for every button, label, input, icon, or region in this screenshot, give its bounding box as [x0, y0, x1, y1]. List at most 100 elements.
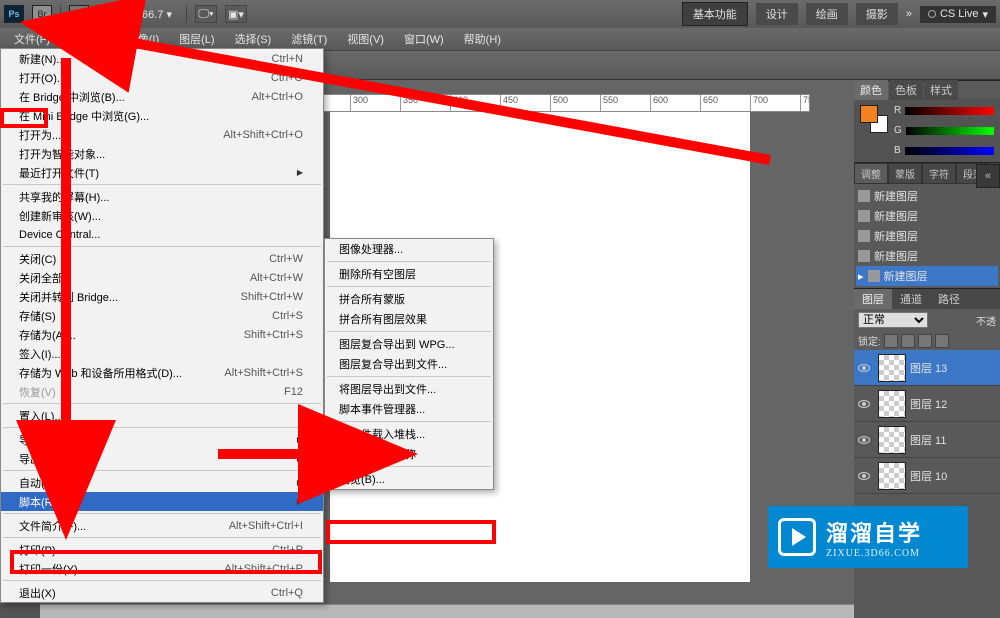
- layer-thumbnail[interactable]: [878, 462, 906, 490]
- lock-all-icon[interactable]: [935, 334, 949, 348]
- layer-thumbnail[interactable]: [878, 426, 906, 454]
- layer-row[interactable]: 图层 11: [854, 422, 1000, 458]
- tab-color[interactable]: 颜色: [854, 80, 888, 100]
- menu-file[interactable]: 文件(F): [4, 29, 60, 49]
- file-menu-item[interactable]: 创建新审核(W)...: [1, 206, 323, 225]
- file-menu-item[interactable]: 存储(S)Ctrl+S: [1, 306, 323, 325]
- lock-position-icon[interactable]: [918, 334, 932, 348]
- file-menu-item[interactable]: Device Central...: [1, 225, 323, 244]
- workspace-tab-paint[interactable]: 绘画: [806, 3, 848, 25]
- eye-icon[interactable]: [858, 472, 870, 480]
- file-menu-item[interactable]: 打印一份(Y)Alt+Shift+Ctrl+P: [1, 559, 323, 578]
- zoom-percent: 66.7 ▾: [136, 8, 178, 21]
- horizontal-scrollbar[interactable]: [40, 604, 854, 618]
- file-menu-item[interactable]: 打开为智能对象...: [1, 144, 323, 163]
- script-menu-item[interactable]: 批量改图层名称: [325, 444, 493, 464]
- file-menu-item[interactable]: 在 Bridge 中浏览(B)...Alt+Ctrl+O: [1, 87, 323, 106]
- file-menu-item[interactable]: 在 Mini Bridge 中浏览(G)...: [1, 106, 323, 125]
- script-menu-item[interactable]: 将图层导出到文件...: [325, 379, 493, 399]
- tab-styles[interactable]: 样式: [924, 80, 958, 100]
- tab-channels[interactable]: 通道: [892, 289, 930, 309]
- file-menu-item[interactable]: 关闭(C)Ctrl+W: [1, 249, 323, 268]
- lock-transparency-icon[interactable]: [884, 334, 898, 348]
- label-r: R: [894, 105, 901, 116]
- slider-g[interactable]: [906, 127, 994, 135]
- menu-layer[interactable]: 图层(L): [169, 29, 224, 49]
- workspace-tab-design[interactable]: 设计: [756, 3, 798, 25]
- collapse-panel-icon[interactable]: «: [976, 164, 1000, 188]
- file-menu-item[interactable]: 文件简介(F)...Alt+Shift+Ctrl+I: [1, 516, 323, 535]
- comp-list-item[interactable]: 新建图层: [856, 226, 998, 246]
- blend-mode-select[interactable]: 正常: [858, 312, 928, 328]
- file-menu-item[interactable]: 打开为...Alt+Shift+Ctrl+O: [1, 125, 323, 144]
- watermark: 溜溜自学 ZIXUE.3D66.COM: [768, 506, 968, 568]
- script-menu-item[interactable]: 将文件载入堆栈...: [325, 424, 493, 444]
- script-menu-item[interactable]: 删除所有空图层: [325, 264, 493, 284]
- comp-list-item[interactable]: ▸新建图层: [856, 266, 998, 286]
- tab-mask[interactable]: 蒙版: [888, 163, 922, 184]
- menu-select[interactable]: 选择(S): [225, 29, 282, 49]
- file-menu-item[interactable]: 存储为 Web 和设备所用格式(D)...Alt+Shift+Ctrl+S: [1, 363, 323, 382]
- file-menu-item[interactable]: 导出(E): [1, 449, 323, 468]
- workspace-tab-photo[interactable]: 摄影: [856, 3, 898, 25]
- comp-list-item[interactable]: 新建图层: [856, 186, 998, 206]
- view-extras-dropdown[interactable]: 🖵▾: [195, 5, 217, 23]
- tab-layers[interactable]: 图层: [854, 289, 892, 309]
- slider-b[interactable]: [905, 147, 994, 155]
- eye-icon[interactable]: [858, 400, 870, 408]
- script-menu-item[interactable]: 浏览(B)...: [325, 469, 493, 489]
- file-menu-item[interactable]: 签入(I)...: [1, 344, 323, 363]
- script-menu-item[interactable]: 图层复合导出到 WPG...: [325, 334, 493, 354]
- menu-window[interactable]: 窗口(W): [394, 29, 454, 49]
- file-menu-item[interactable]: 置入(L)...: [1, 406, 323, 425]
- menu-image[interactable]: 图像(I): [117, 29, 169, 49]
- minibridge-icon[interactable]: Mb: [69, 5, 89, 23]
- file-menu-item[interactable]: 打印(P)...Ctrl+P: [1, 540, 323, 559]
- script-menu-item[interactable]: 拼合所有图层效果: [325, 309, 493, 329]
- file-menu-item[interactable]: 导入(M): [1, 430, 323, 449]
- script-menu-item[interactable]: 拼合所有蒙版: [325, 289, 493, 309]
- workspace-tab-basic[interactable]: 基本功能: [682, 2, 748, 26]
- tab-char[interactable]: 字符: [922, 163, 956, 184]
- lock-pixels-icon[interactable]: [901, 334, 915, 348]
- layer-row[interactable]: 图层 12: [854, 386, 1000, 422]
- cslive-button[interactable]: CS Live ▾: [920, 6, 996, 23]
- arrange-docs-dropdown[interactable]: ▦▾: [97, 5, 119, 23]
- foreground-background-swatch[interactable]: [860, 105, 888, 133]
- slider-r[interactable]: [905, 107, 994, 115]
- file-menu-item[interactable]: 新建(N)...Ctrl+N: [1, 49, 323, 68]
- eye-icon[interactable]: [858, 436, 870, 444]
- file-menu-item[interactable]: 共享我的屏幕(H)...: [1, 187, 323, 206]
- file-menu-item[interactable]: 存储为(A)...Shift+Ctrl+S: [1, 325, 323, 344]
- file-menu-item[interactable]: 最近打开文件(T): [1, 163, 323, 182]
- layer-row[interactable]: 图层 10: [854, 458, 1000, 494]
- file-menu-item[interactable]: 恢复(V)F12: [1, 382, 323, 401]
- script-menu-item[interactable]: 图像处理器...: [325, 239, 493, 259]
- file-menu-item[interactable]: 关闭全部Alt+Ctrl+W: [1, 268, 323, 287]
- file-menu-item[interactable]: 脚本(R): [1, 492, 323, 511]
- layer-row[interactable]: 图层 13: [854, 350, 1000, 386]
- file-menu-item[interactable]: 关闭并转到 Bridge...Shift+Ctrl+W: [1, 287, 323, 306]
- bridge-icon[interactable]: Br: [32, 5, 52, 23]
- ps-app-icon[interactable]: Ps: [4, 5, 24, 23]
- menu-help[interactable]: 帮助(H): [454, 29, 511, 49]
- layer-list: 图层 13图层 12图层 11图层 10: [854, 350, 1000, 618]
- script-menu-item[interactable]: 图层复合导出到文件...: [325, 354, 493, 374]
- menu-edit[interactable]: 编辑(E): [60, 29, 117, 49]
- script-menu-item[interactable]: 脚本事件管理器...: [325, 399, 493, 419]
- tab-paths[interactable]: 路径: [930, 289, 968, 309]
- tab-adjust[interactable]: 调整: [854, 163, 888, 184]
- layer-thumbnail[interactable]: [878, 390, 906, 418]
- file-menu-item[interactable]: 打开(O)...Ctrl+O: [1, 68, 323, 87]
- eye-icon[interactable]: [858, 364, 870, 372]
- layer-thumbnail[interactable]: [878, 354, 906, 382]
- menu-view[interactable]: 视图(V): [337, 29, 394, 49]
- comp-list-item[interactable]: 新建图层: [856, 246, 998, 266]
- screen-mode-dropdown[interactable]: ▣▾: [225, 5, 247, 23]
- menu-filter[interactable]: 滤镜(T): [281, 29, 337, 49]
- file-menu-item[interactable]: 自动(U): [1, 473, 323, 492]
- comp-list-item[interactable]: 新建图层: [856, 206, 998, 226]
- workspace-more-icon[interactable]: »: [906, 8, 912, 20]
- tab-swatches[interactable]: 色板: [889, 80, 923, 100]
- file-menu-item[interactable]: 退出(X)Ctrl+Q: [1, 583, 323, 602]
